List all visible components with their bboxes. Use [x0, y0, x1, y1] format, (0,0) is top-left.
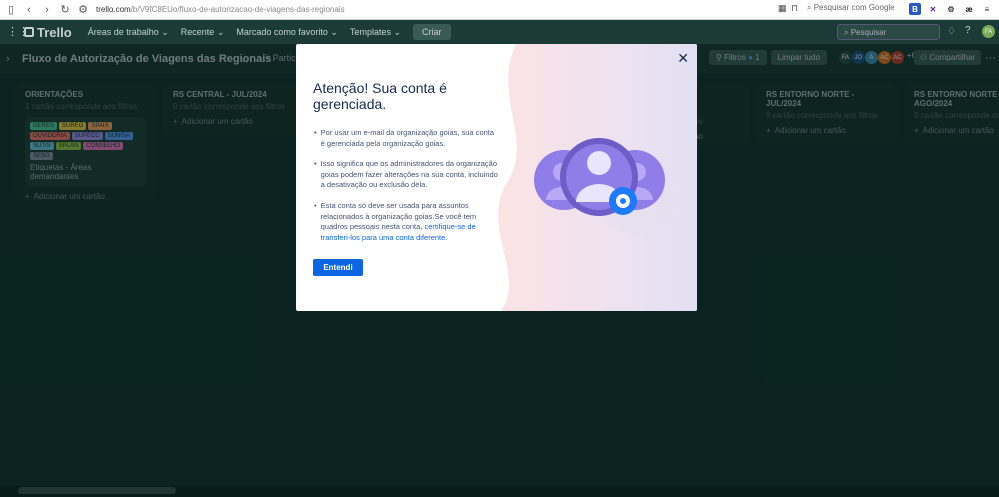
menu-icon[interactable]: ≡: [981, 3, 993, 15]
extension-icon[interactable]: B: [909, 3, 921, 15]
notifications-icon[interactable]: ♢: [947, 26, 956, 37]
menu-recent[interactable]: Recente ⌄: [175, 27, 231, 38]
menu-starred[interactable]: Marcado como favorito ⌄: [230, 27, 344, 38]
bullet-text: Por usar um e-mail da organização goias,…: [320, 128, 495, 148]
close-icon[interactable]: ✕: [677, 50, 689, 67]
apps-grid-icon[interactable]: ⋮⋮: [7, 25, 29, 38]
menu-templates-label: Templates: [349, 26, 391, 37]
header-menu: Áreas de trabalho ⌄ Recente ⌄ Marcado co…: [82, 27, 407, 38]
browser-toolbar: ▯ ‹ › ↻ ⚙ trello.com/b/V9fC8EUo/fluxo-de…: [0, 0, 999, 20]
back-icon[interactable]: ‹: [22, 3, 36, 17]
site-info-icon[interactable]: ⚙: [76, 3, 90, 17]
user-avatar[interactable]: FA: [982, 25, 995, 38]
forward-icon[interactable]: ›: [40, 3, 54, 17]
url-path: /b/V9fC8EUo/fluxo-de-autorizacao-de-viag…: [130, 5, 345, 14]
menu-recent-label: Recente: [180, 26, 215, 37]
trello-logo-text: Trello: [37, 24, 72, 40]
browser-search-input[interactable]: ⌕ Pesquisar com Google: [807, 3, 895, 13]
url-host: trello.com: [96, 5, 131, 14]
bookmark-icon[interactable]: ⊓: [791, 3, 798, 14]
menu-templates[interactable]: Templates ⌄: [344, 27, 407, 38]
bullet-icon: •: [314, 159, 317, 169]
app-search-input[interactable]: ⌕ Pesquisar: [837, 24, 940, 40]
sidebar-toggle-icon[interactable]: ▯: [4, 3, 18, 17]
app-search-placeholder: Pesquisar: [850, 28, 887, 37]
help-icon[interactable]: ?: [965, 25, 971, 36]
trello-logo[interactable]: Trello: [24, 25, 72, 40]
create-button[interactable]: Criar: [413, 24, 451, 40]
menu-workspaces[interactable]: Áreas de trabalho ⌄: [82, 27, 175, 38]
extension-icon[interactable]: æ: [963, 3, 975, 15]
dialog-bullet: • Isso significa que os administradores d…: [314, 159, 499, 191]
dialog-bullet: • Por usar um e-mail da organização goias…: [314, 128, 499, 149]
menu-workspaces-label: Áreas de trabalho: [87, 26, 159, 37]
menu-starred-label: Marcado como favorito: [236, 26, 328, 37]
managed-account-dialog: ✕ Atenção! Sua conta é gerenciada. • Por …: [296, 44, 697, 311]
bullet-text-wrap: Esta conta só deve ser usada para assunt…: [321, 201, 499, 243]
dialog-title: Atenção! Sua conta é gerenciada.: [313, 80, 447, 112]
bullet-icon: •: [314, 200, 317, 210]
bullet-text: Isso significa que os administradores da…: [320, 159, 498, 190]
understood-button[interactable]: Entendi: [313, 259, 363, 276]
bullet-icon: •: [314, 128, 317, 137]
reload-icon[interactable]: ↻: [58, 3, 72, 17]
address-bar[interactable]: trello.com/b/V9fC8EUo/fluxo-de-autorizac…: [96, 5, 345, 14]
extension-icon[interactable]: ⚙: [945, 3, 957, 15]
extension-icons: B ✕ ⚙ æ ≡: [909, 3, 993, 15]
dialog-body: • Por usar um e-mail da organização goias…: [314, 128, 499, 253]
app-header: ⋮⋮ Trello Áreas de trabalho ⌄ Recente ⌄ …: [0, 20, 999, 44]
dialog-bullet: • Esta conta só deve ser usada para assun…: [314, 201, 499, 243]
extension-icon[interactable]: ✕: [927, 3, 939, 15]
reader-icon[interactable]: ▦: [778, 3, 787, 14]
browser-search-placeholder: Pesquisar com Google: [813, 3, 895, 12]
